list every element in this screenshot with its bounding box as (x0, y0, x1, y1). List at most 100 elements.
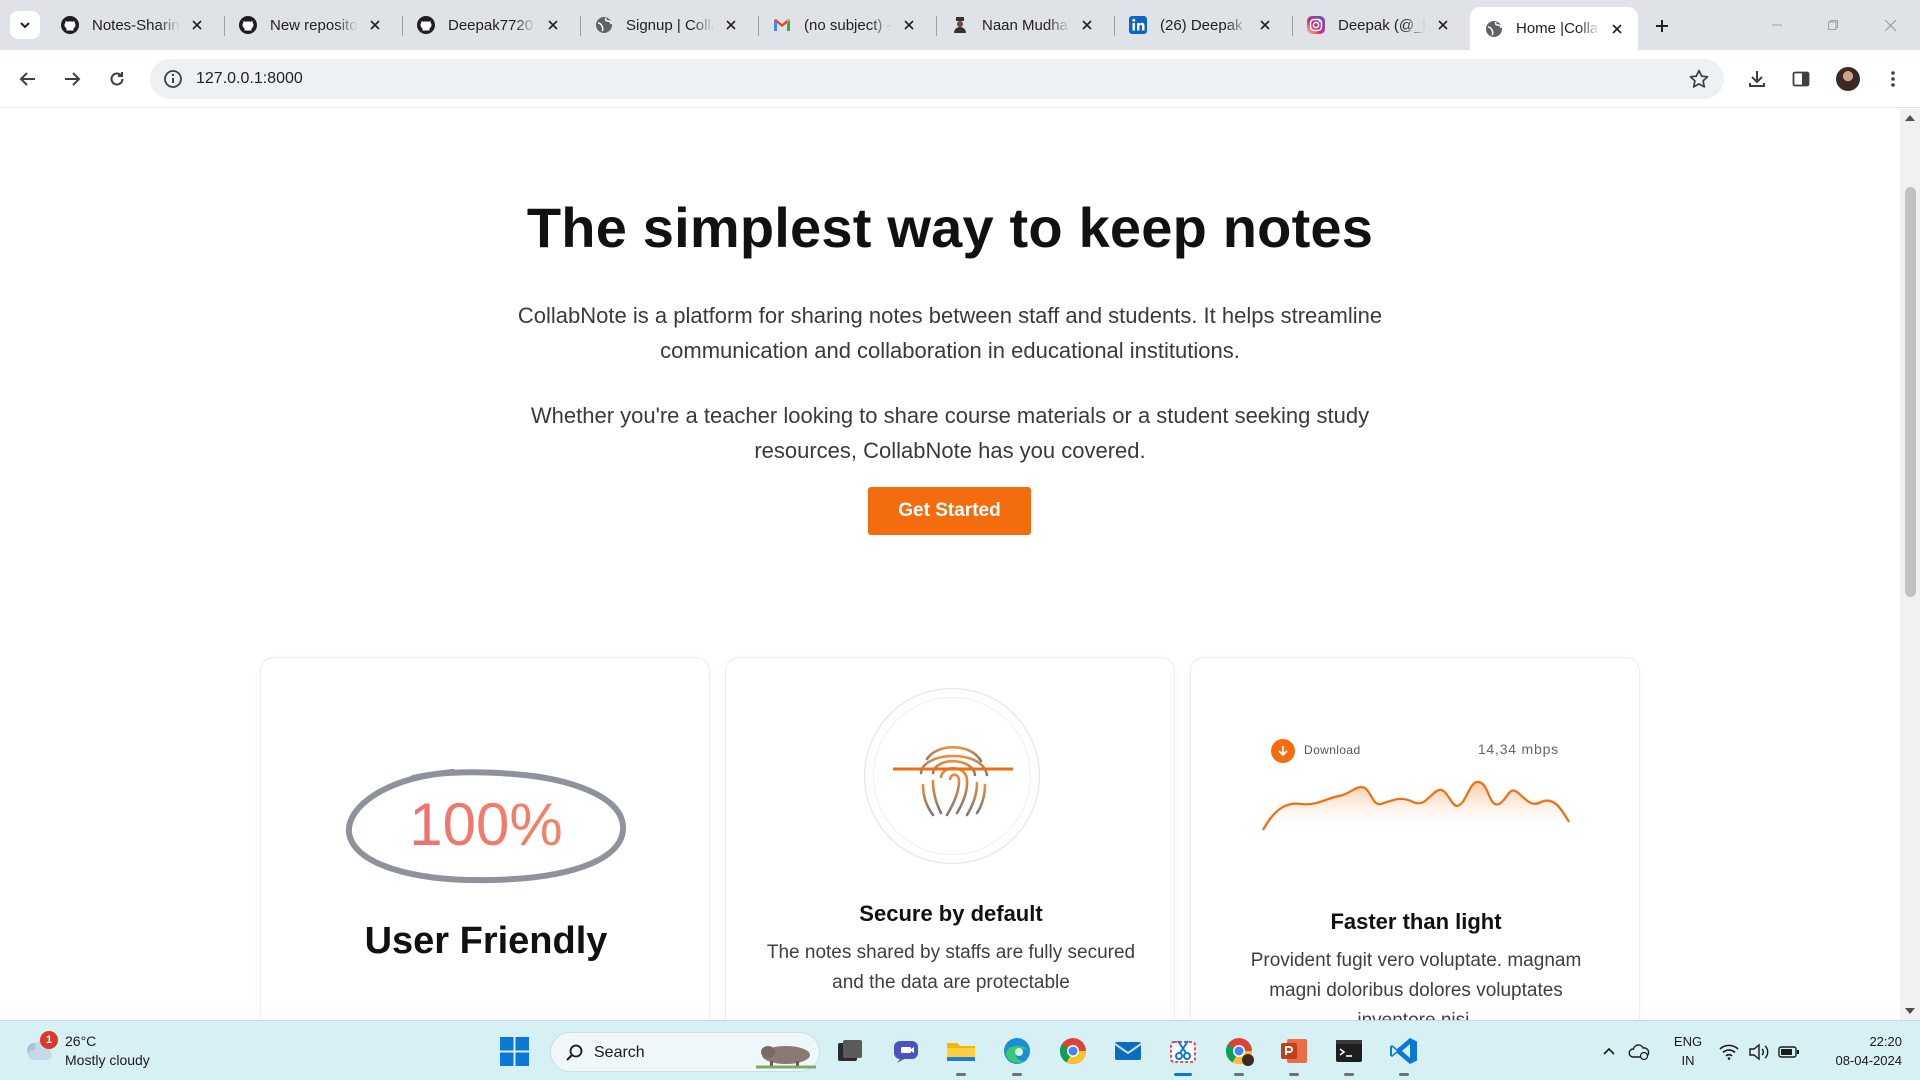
minimize-icon (1772, 24, 1782, 26)
fingerprint-badge (864, 688, 1040, 864)
download-icon (1749, 71, 1765, 87)
arrow-left-icon (19, 72, 35, 86)
tab-signup[interactable]: Signup | CollabNote (580, 8, 752, 42)
snipping-tool-icon (1170, 1040, 1196, 1063)
card-heading: User Friendly (364, 920, 608, 962)
feature-card-user-friendly: 100% User Friendly (260, 657, 710, 1020)
close-icon[interactable] (1076, 14, 1098, 36)
tab-deepak-github[interactable]: Deepak7720 (402, 8, 574, 42)
battery-status[interactable] (1778, 1041, 1800, 1063)
close-icon (1884, 19, 1896, 31)
arrow-right-icon (65, 72, 81, 86)
address-bar[interactable]: 127.0.0.1:8000 (150, 59, 1724, 99)
github-icon (60, 15, 80, 35)
more-vertical-icon (1891, 71, 1895, 87)
globe-icon (1484, 19, 1504, 39)
input-language[interactable]: ENG IN (1668, 1032, 1708, 1070)
mail-app[interactable] (1111, 1034, 1145, 1068)
fingerprint-icon (893, 746, 1013, 817)
wifi-icon (1719, 1044, 1739, 1060)
edge-app[interactable] (1000, 1034, 1034, 1076)
scroll-down-icon[interactable] (1905, 1008, 1915, 1014)
tab-strip: Notes-Sharing-Platform New repository De… (0, 0, 1920, 50)
download-arrow-icon (1271, 739, 1295, 763)
linkedin-icon (1128, 15, 1148, 35)
restore-button[interactable] (1820, 12, 1846, 38)
url-text[interactable]: 127.0.0.1:8000 (196, 70, 303, 88)
tab-notes-sharing[interactable]: Notes-Sharing-Platform (46, 8, 218, 42)
tab-instagram[interactable]: Deepak (@_k (1292, 8, 1464, 42)
globe-icon (594, 15, 614, 35)
card-description: The notes shared by staffs are fully sec… (766, 942, 1136, 993)
page-scrollbar[interactable] (1900, 109, 1920, 1020)
windows-start-icon[interactable] (500, 1037, 529, 1066)
close-icon[interactable] (1254, 14, 1276, 36)
close-icon[interactable] (186, 14, 208, 36)
vscode-app[interactable] (1387, 1034, 1421, 1076)
tab-naan-mudhalvan[interactable]: Naan Mudhalvan (936, 8, 1108, 42)
browser-toolbar: 127.0.0.1:8000 (0, 50, 1920, 108)
scroll-up-icon[interactable] (1905, 115, 1915, 121)
scrollbar-thumb[interactable] (1905, 187, 1916, 597)
hero-title: The simplest way to keep notes (526, 196, 1374, 259)
vscode-icon (1390, 1038, 1417, 1064)
task-view-app[interactable] (833, 1034, 867, 1068)
forward-button[interactable] (55, 62, 89, 96)
back-button[interactable] (11, 62, 45, 96)
close-window-button[interactable] (1877, 12, 1903, 38)
file-explorer-app[interactable] (944, 1034, 978, 1076)
close-icon[interactable] (1606, 18, 1628, 40)
close-icon[interactable] (898, 14, 920, 36)
download-label: Download (1304, 743, 1361, 757)
feature-card-fast: Download 14,34 mbps Faster than light Pr… (1190, 657, 1640, 1020)
close-icon[interactable] (1432, 14, 1454, 36)
hero-description: CollabNote is a platform for sharing not… (517, 303, 1383, 363)
github-icon (416, 15, 436, 35)
tab-new-repository[interactable]: New repository (224, 8, 396, 42)
taskbar-search[interactable]: Search (550, 1032, 820, 1072)
teams-chat-app[interactable] (889, 1034, 923, 1068)
side-panel-button[interactable] (1784, 62, 1818, 96)
onedrive-cloud-icon (1628, 1044, 1650, 1061)
close-icon[interactable] (364, 14, 386, 36)
powerpoint-icon (1281, 1039, 1307, 1063)
chrome-icon (1059, 1038, 1087, 1065)
weather-widget[interactable]: 1 26°C Mostly cloudy (22, 1031, 222, 1071)
chrome-profile-app[interactable] (1222, 1034, 1256, 1076)
menu-button[interactable] (1876, 62, 1910, 96)
tab-gmail[interactable]: (no subject) - Gmail (758, 8, 930, 42)
tab-home-collabnote[interactable]: Home |CollabNote (1470, 7, 1638, 50)
close-icon[interactable] (720, 14, 742, 36)
restore-icon (1828, 20, 1838, 30)
system-clock[interactable]: 22:20 08-04-2024 (1810, 1032, 1903, 1070)
site-info-icon[interactable] (162, 68, 184, 90)
reload-icon (110, 72, 124, 86)
chrome-app[interactable] (1056, 1034, 1090, 1068)
reload-button[interactable] (100, 62, 134, 96)
chevron-up-icon (1603, 1047, 1615, 1055)
powerpoint-app[interactable] (1277, 1034, 1311, 1076)
notification-badge: 1 (40, 1031, 58, 1049)
bookmark-star-icon[interactable] (1688, 68, 1710, 90)
tab-search-button[interactable] (10, 11, 40, 39)
volume-status[interactable] (1748, 1041, 1770, 1063)
edge-icon (1004, 1038, 1030, 1064)
percentage-value: 100% (261, 790, 711, 859)
mail-icon (1114, 1042, 1142, 1060)
windows-taskbar: 1 26°C Mostly cloudy Search ENG IN 22:20… (0, 1020, 1920, 1080)
snipping-tool-app[interactable] (1166, 1034, 1200, 1076)
speaker-icon (1749, 1043, 1769, 1061)
tab-linkedin[interactable]: (26) Deepak K (1114, 8, 1286, 42)
onedrive-status[interactable] (1628, 1041, 1650, 1063)
wifi-status[interactable] (1718, 1041, 1740, 1063)
get-started-button[interactable]: Get Started (868, 487, 1031, 535)
minimize-button[interactable] (1764, 12, 1790, 38)
profile-avatar[interactable] (1836, 67, 1860, 91)
terminal-app[interactable] (1332, 1034, 1366, 1076)
new-tab-button[interactable] (1648, 12, 1676, 40)
close-icon[interactable] (542, 14, 564, 36)
plus-icon (1656, 20, 1668, 32)
hero-subdescription: Whether you're a teacher looking to shar… (530, 403, 1370, 463)
show-hidden-icons-button[interactable] (1598, 1041, 1620, 1063)
downloads-button[interactable] (1740, 62, 1774, 96)
